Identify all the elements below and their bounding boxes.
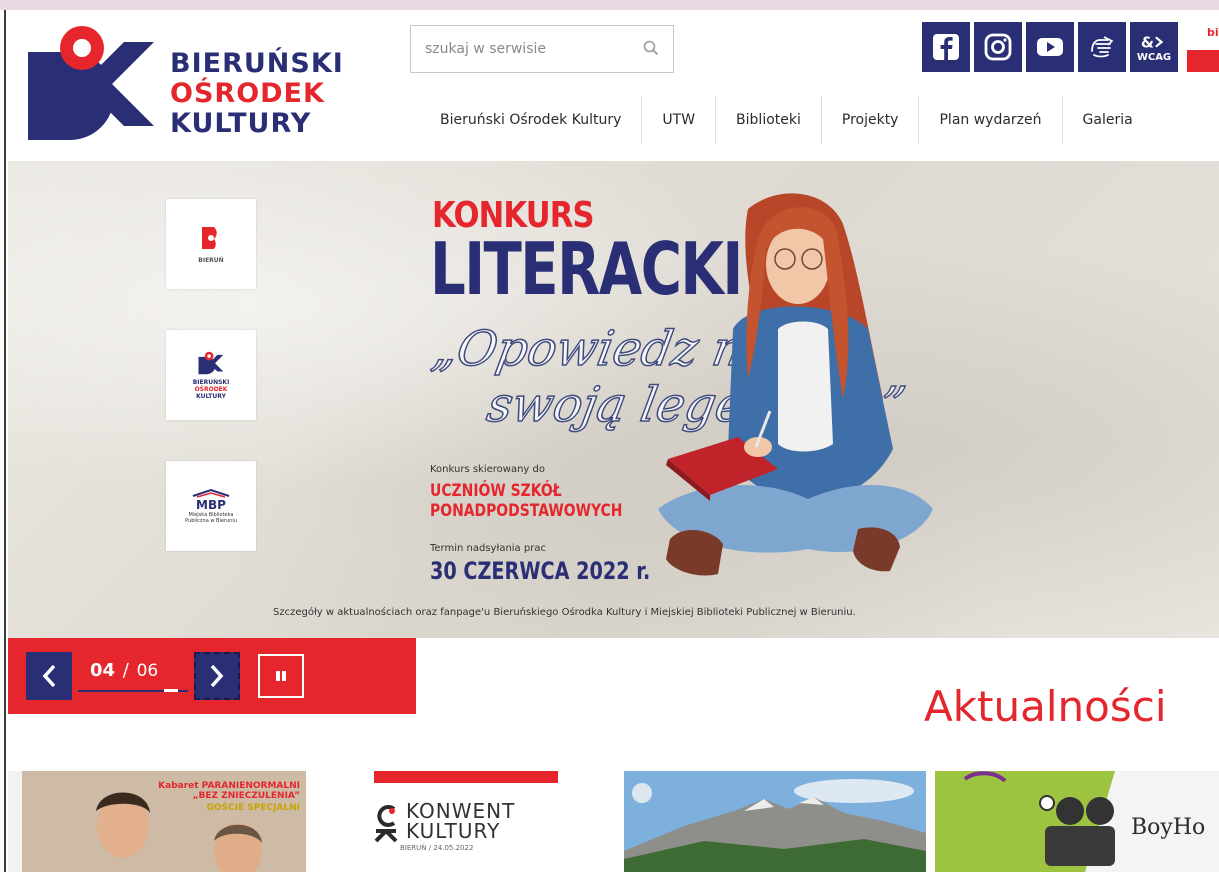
site-logo[interactable]: BIERUŃSKI OŚRODEK KULTURY	[24, 22, 364, 146]
mountains-photo	[624, 771, 926, 872]
search-icon[interactable]	[643, 40, 659, 56]
slider-prev-button[interactable]	[26, 652, 72, 700]
mbp-roof-icon	[192, 488, 230, 498]
bok-logo-icon	[28, 26, 154, 140]
svg-text:&: &	[1141, 33, 1154, 51]
nav-item-projekty[interactable]: Projekty	[820, 96, 919, 144]
girl-with-book-illustration	[658, 193, 933, 576]
banner-target-line-2: PONADPODSTAWOWYCH	[430, 501, 623, 521]
slide-counter: 04 / 06	[90, 660, 158, 681]
slider-pause-button[interactable]	[258, 654, 304, 698]
news-card-3[interactable]	[624, 771, 926, 872]
partner-card-bok: BIERUŃSKI OŚRODEK KULTURY	[166, 330, 256, 420]
slide-separator: /	[122, 660, 129, 681]
bok-card-line-3: KULTURY	[196, 392, 226, 400]
slide-current: 04	[90, 660, 116, 681]
banner-target-intro: Konkurs skierowany do	[430, 464, 545, 475]
nav-item-utw[interactable]: UTW	[641, 96, 715, 144]
slider-controls: 04 / 06	[8, 638, 416, 714]
news-1-subtitle: GOŚCIE SPECJALNI	[206, 803, 300, 813]
news-1-title-text: Kabaret PARANIENORMALNI „BEZ ZNIECZULENI…	[158, 781, 300, 801]
bierun-logo-icon	[202, 226, 217, 249]
bip-link[interactable]: bi	[1187, 24, 1219, 72]
banner-deadline: 30 CZERWCA 2022 r.	[430, 557, 651, 585]
mbp-sub-label: Miejska Biblioteka Publiczna w Bieruniu	[185, 512, 237, 524]
hero-banner[interactable]: BIERUŃ BIERUŃSKI OŚRODEK KULTURY MBP Mie…	[8, 161, 1219, 638]
logo-line-1: BIERUŃSKI	[170, 48, 344, 79]
sign-language-link[interactable]	[1078, 22, 1126, 72]
search-box	[410, 25, 674, 73]
facebook-link[interactable]	[922, 22, 970, 72]
social-icons: & WCAG	[922, 22, 1178, 74]
news-card-1[interactable]: Kabaret PARANIENORMALNI „BEZ ZNIECZULENI…	[8, 771, 306, 872]
youtube-link[interactable]	[1026, 22, 1074, 72]
banner-deadline-intro: Termin nadsyłania prac	[430, 543, 546, 554]
instagram-link[interactable]	[974, 22, 1022, 72]
logo-text: BIERUŃSKI OŚRODEK KULTURY	[170, 49, 344, 139]
konwent-red-bar	[374, 771, 558, 783]
sign-language-icon	[1091, 36, 1114, 58]
bok-card-line-1: BIERUŃSKI	[192, 378, 230, 386]
window-left-edge	[0, 10, 6, 872]
wcag-link[interactable]: & WCAG	[1130, 22, 1178, 72]
search-input[interactable]	[411, 26, 621, 72]
news-card-2[interactable]: KONWENT KULTURY BIERUŃ / 24.05.2022	[360, 771, 568, 872]
nav-item-biblioteki[interactable]: Biblioteki	[715, 96, 821, 144]
slide-progress-fill	[164, 689, 178, 692]
chevron-left-icon	[42, 664, 56, 688]
slider-next-button[interactable]	[194, 652, 240, 700]
nav-item-plan-wydarzen[interactable]: Plan wydarzeń	[918, 96, 1061, 144]
news-heading: Aktualności	[924, 682, 1167, 731]
bierun-label: BIERUŃ	[198, 256, 224, 264]
konwent-subtitle: BIERUŃ / 24.05.2022	[400, 844, 474, 852]
news-1-title: Kabaret PARANIENORMALNI „BEZ ZNIECZULENI…	[150, 781, 300, 813]
bok-small-logo-icon	[198, 351, 224, 374]
top-strip	[0, 0, 1219, 10]
ok-logo-icon	[374, 805, 398, 843]
konwent-title: KONWENT KULTURY	[406, 801, 515, 841]
logo-line-3: KULTURY	[170, 108, 312, 139]
news-card-4[interactable]: BoyHo	[935, 771, 1219, 872]
facebook-icon	[933, 34, 959, 60]
konwent-line-2: KULTURY	[406, 819, 501, 843]
nav-item-galeria[interactable]: Galeria	[1061, 96, 1153, 144]
slide-progress-bar	[78, 689, 188, 692]
bok-card-line-2: OŚRODEK	[194, 385, 228, 393]
nav-item-bok[interactable]: Bieruński Ośrodek Kultury	[420, 96, 641, 144]
banner-target-line-1: UCZNIÓW SZKÓŁ	[430, 481, 562, 501]
bip-label: bi	[1207, 26, 1219, 39]
partner-card-mbp: MBP Miejska Biblioteka Publiczna w Bieru…	[166, 461, 256, 551]
pause-icon	[276, 671, 286, 681]
mbp-label: MBP	[196, 498, 226, 512]
partner-card-bierun: BIERUŃ	[166, 199, 256, 289]
main-nav: Bieruński Ośrodek Kultury UTW Biblioteki…	[420, 96, 1153, 144]
logo-line-2: OŚRODEK	[170, 78, 325, 109]
news-4-title: BoyHo	[1131, 815, 1206, 840]
bip-flag-icon	[1187, 50, 1219, 72]
youtube-icon	[1037, 38, 1063, 56]
accessibility-icon: &	[1141, 33, 1164, 51]
slide-total: 06	[136, 661, 159, 681]
wcag-label: WCAG	[1136, 51, 1172, 63]
konwent-line-1: KONWENT	[406, 799, 516, 823]
chevron-right-icon	[210, 664, 224, 688]
instagram-icon	[984, 33, 1012, 61]
